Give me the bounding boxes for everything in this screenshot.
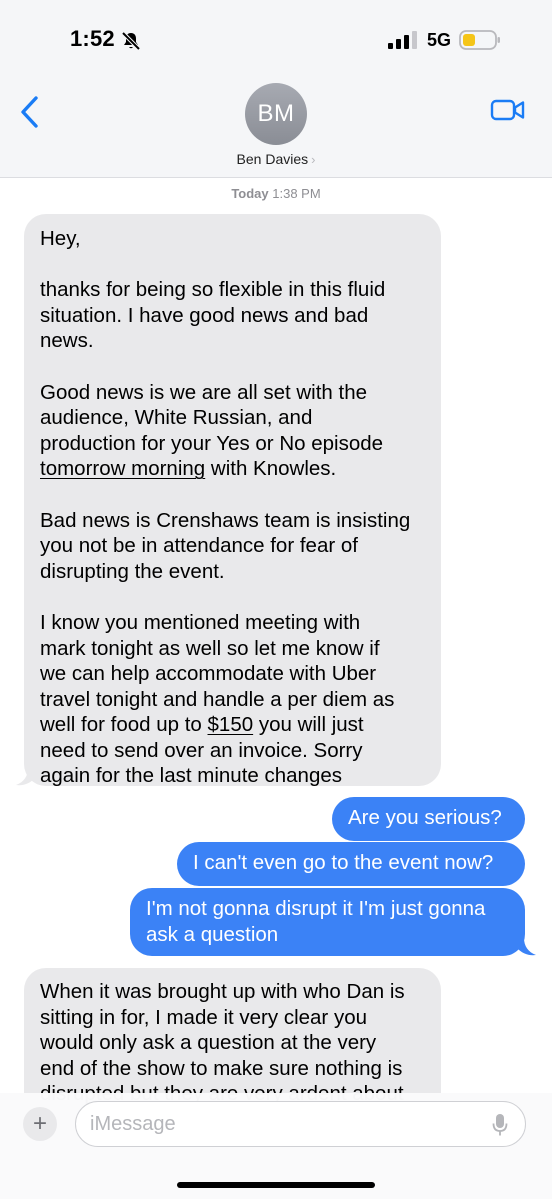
message-text: When it was brought up with who Dan is — [40, 980, 405, 1003]
message-text: Hey, — [40, 227, 81, 250]
message-text: ask a question — [146, 922, 279, 946]
bell-slash-icon — [121, 31, 141, 51]
contact-name: Ben Davies — [236, 151, 309, 167]
signal-icon — [388, 31, 417, 49]
battery-icon — [459, 30, 500, 50]
home-indicator[interactable] — [177, 1182, 375, 1188]
message-text: disrupting the event. — [40, 559, 225, 583]
apps-plus-button[interactable]: + — [23, 1107, 57, 1141]
conversation-header: BM Ben Davies › — [0, 80, 552, 178]
microphone-icon[interactable] — [492, 1113, 508, 1137]
message-text: Good news is we are all set with the — [40, 380, 368, 404]
message-paragraph: I know you mentioned meeting with mark t… — [40, 610, 425, 789]
chevron-right-icon: › — [311, 152, 316, 167]
message-input-container[interactable] — [75, 1101, 526, 1147]
outgoing-message-bubble[interactable]: I'm not gonna disrupt it I'm just gonna … — [130, 888, 525, 956]
timestamp-day: Today — [231, 186, 269, 201]
message-text: I'm not gonna disrupt it I'm just gonna — [146, 897, 486, 920]
message-text: you not be in attendance for fear of — [40, 534, 358, 558]
message-text: audience, White Russian, and — [40, 406, 313, 430]
incoming-message-bubble[interactable]: Hey, thanks for being so flexible in thi… — [24, 214, 441, 789]
message-text: need to send over an invoice. Sorry — [40, 738, 363, 762]
network-type: 5G — [427, 30, 452, 50]
message-text: Are you serious? — [348, 806, 502, 829]
message-input[interactable] — [90, 1102, 470, 1146]
message-text: would only ask a question at the very — [40, 1031, 377, 1055]
message-text: thanks for being so flexible in this flu… — [40, 278, 386, 302]
status-time: 1:52 — [70, 26, 115, 51]
message-text: end of the show to make sure nothing is — [40, 1056, 403, 1080]
amount-detected-link[interactable]: $150 — [208, 713, 254, 736]
date-detected-link[interactable]: tomorrow morning — [40, 457, 205, 480]
outgoing-message-bubble[interactable]: Are you serious? — [332, 797, 525, 841]
outgoing-message-bubble[interactable]: I can't even go to the event now? — [177, 842, 525, 886]
message-text: well for food up to — [40, 713, 208, 737]
contact-avatar[interactable]: BM — [245, 83, 307, 145]
message-text: I can't even go to the event now? — [193, 851, 494, 874]
message-text: news. — [40, 329, 94, 353]
message-text: situation. I have good news and bad — [40, 303, 369, 327]
message-paragraph: thanks for being so flexible in this flu… — [40, 277, 425, 354]
message-text: sitting in for, I made it very clear you — [40, 1005, 367, 1029]
contact-name-button[interactable]: Ben Davies › — [0, 151, 552, 167]
message-text: with Knowles. — [205, 457, 337, 481]
message-paragraph: Hey, — [40, 226, 425, 252]
message-paragraph: Bad news is Crenshaws team is insisting … — [40, 508, 425, 585]
timestamp-time: 1:38 PM — [272, 186, 321, 201]
message-text: you will just — [253, 713, 364, 737]
message-text: again for the last minute changes — [40, 764, 342, 788]
message-text: production for your Yes or No episode — [40, 431, 384, 455]
compose-bar: + — [0, 1093, 552, 1199]
message-text: Bad news is Crenshaws team is insisting — [40, 508, 411, 532]
bubble-tail — [518, 938, 536, 956]
message-text: mark tonight as well so let me know if — [40, 636, 380, 660]
bubble-tail — [16, 768, 34, 786]
message-text: I know you mentioned meeting with — [40, 610, 361, 634]
message-text: we can help accommodate with Uber — [40, 662, 377, 686]
plus-icon: + — [32, 1110, 47, 1137]
avatar-initials: BM — [257, 100, 295, 127]
message-text: travel tonight and handle a per diem as — [40, 687, 395, 711]
message-paragraph: Good news is we are all set with the aud… — [40, 380, 425, 482]
back-chevron-icon[interactable] — [18, 94, 42, 130]
message-timestamp: Today 1:38 PM — [0, 186, 552, 201]
video-camera-icon[interactable] — [490, 98, 526, 122]
status-bar: 1:52 5G — [0, 0, 552, 80]
